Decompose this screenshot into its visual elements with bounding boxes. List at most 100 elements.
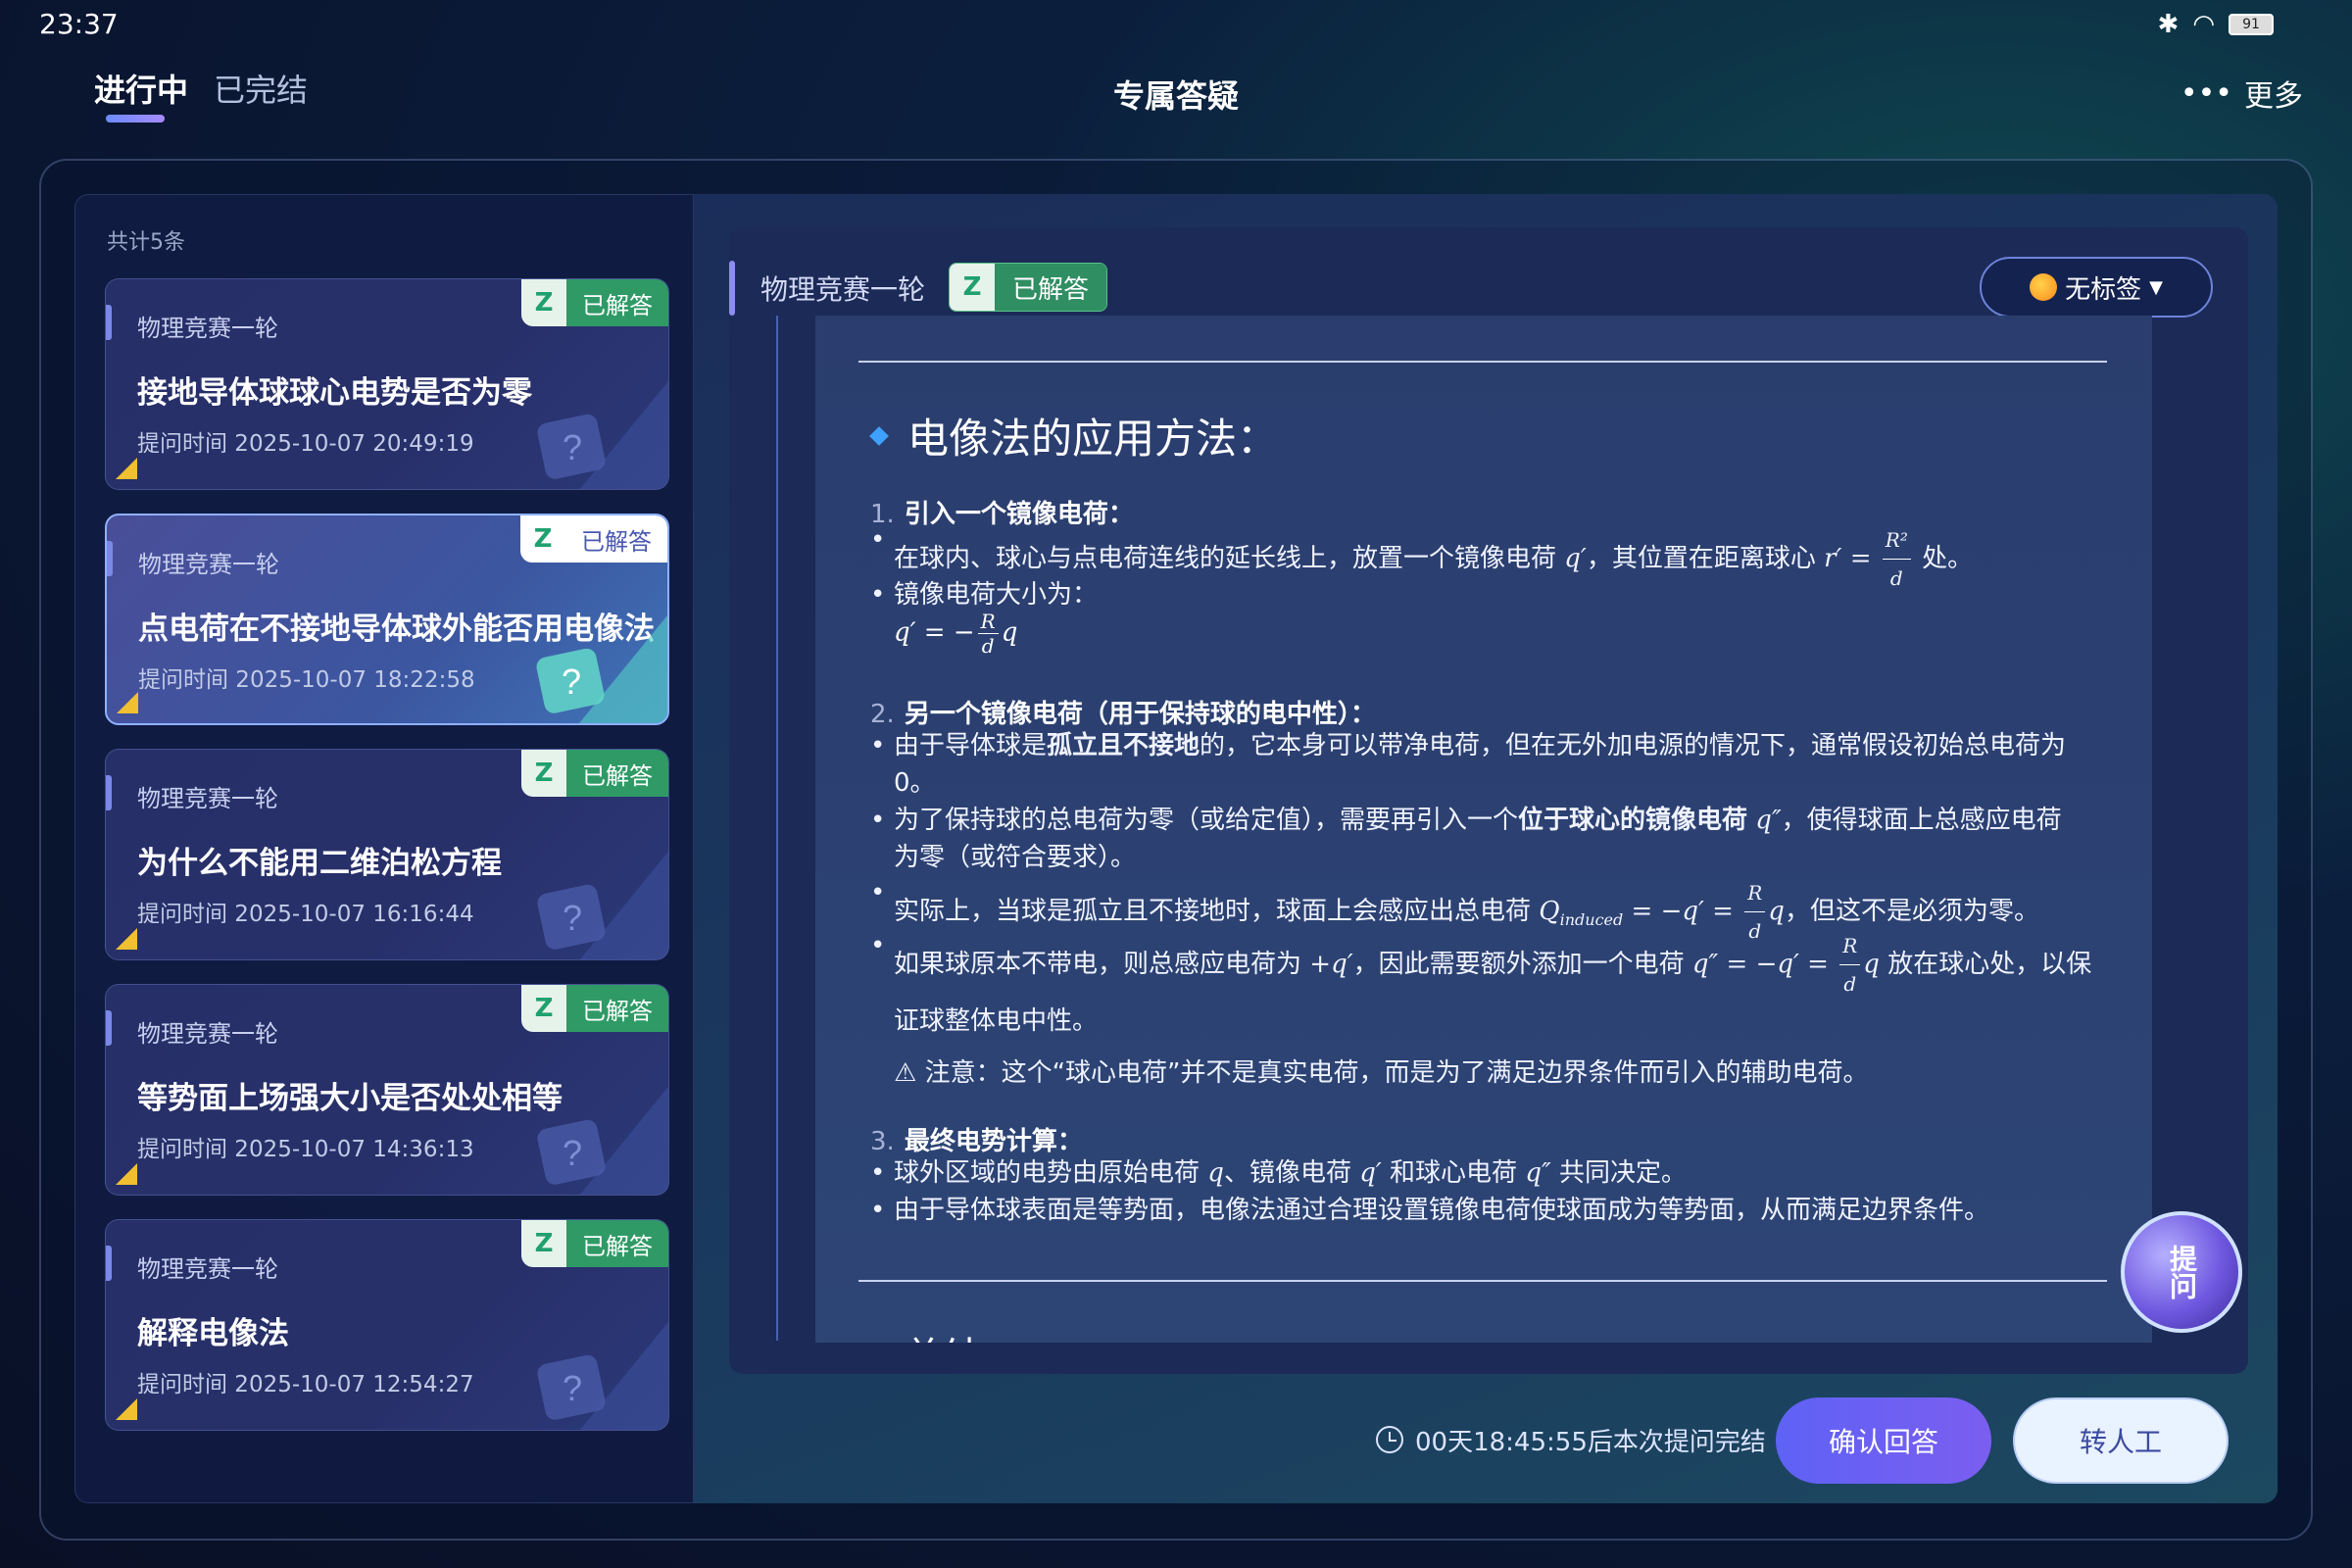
step-number: 3.: [870, 1127, 895, 1156]
wifi-icon: ◠: [2192, 10, 2215, 39]
card-accent-bar: [106, 775, 112, 810]
status-badge: Z 已解答: [521, 750, 668, 797]
text: 、镜像电荷: [1223, 1158, 1351, 1188]
step-number: 2.: [870, 700, 895, 729]
question-mark-decoration-icon: ?: [536, 615, 667, 723]
card-title: 接地导体球球心电势是否为零: [137, 375, 532, 411]
status-badge: Z 已解答: [521, 985, 668, 1032]
card-accent-bar: [106, 1010, 112, 1046]
text: 镜像电荷大小为：: [894, 580, 1099, 610]
question-card-selected[interactable]: Z 已解答 物理竞赛一轮 点电荷在不接地导体球外能否用电像法 提问时间 2025…: [105, 514, 669, 725]
status-bar: 23:37 ✱ ◠ 91: [0, 0, 2352, 49]
svg-text:?: ?: [563, 898, 582, 938]
text: 为了保持球的总电荷为零（或给定值），需要再引入一个: [894, 806, 1519, 835]
card-time: 提问时间 2025-10-07 14:36:13: [137, 1137, 474, 1162]
z-logo-icon: Z: [521, 750, 566, 797]
card-accent-bar: [106, 1246, 112, 1281]
status-badge-label: 已解答: [566, 279, 668, 326]
corner-marker-icon: [116, 1398, 137, 1420]
section-heading-text: 电像法的应用方法：: [907, 415, 1279, 463]
tag-icon: [2030, 273, 2058, 301]
list-item: 由于导体球是孤立且不接地的，它本身可以带净电荷，但在无外加电源的情况下，通常假设…: [870, 727, 2109, 802]
question-card[interactable]: Z 已解答 物理竞赛一轮 为什么不能用二维泊松方程 提问时间 2025-10-0…: [105, 749, 669, 960]
transfer-human-button[interactable]: 转人工: [2013, 1397, 2229, 1484]
card-title: 为什么不能用二维泊松方程: [137, 846, 502, 881]
card-time: 提问时间 2025-10-07 16:16:44: [137, 902, 474, 927]
question-mark-decoration-icon: ?: [537, 852, 668, 959]
card-subject: 物理竞赛一轮: [137, 1020, 278, 1048]
card-time: 提问时间 2025-10-07 18:22:58: [138, 667, 475, 693]
divider: [858, 1280, 2107, 1282]
z-logo-icon: Z: [520, 515, 565, 563]
z-logo-icon: Z: [521, 1220, 566, 1267]
card-title: 解释电像法: [137, 1316, 289, 1351]
note-text: ⚠ 注意：这个“球心电荷”并不是真实电荷，而是为了满足边界条件而引入的辅助电荷。: [894, 1058, 1869, 1088]
text: 由于导体球表面是等势面，电像法通过合理设置镜像电荷使球面成为等势面，从而满足边界…: [894, 1196, 1990, 1225]
text: 为零（或符合要求）。: [894, 843, 1137, 872]
list-item: 镜像电荷大小为：: [870, 576, 2109, 613]
status-badge: Z 已解答: [521, 279, 668, 326]
countdown: 00天18:45:55后本次提问完结: [1376, 1376, 1766, 1503]
math-q-double-prime-eq: q″ = −q′ =: [1691, 950, 1829, 979]
question-list-panel[interactable]: 共计5条 Z 已解答 物理竞赛一轮 接地导体球球心电势是否为零 提问时间 202…: [74, 194, 694, 1503]
text: 证球整体电中性。: [894, 1006, 1099, 1036]
more-button[interactable]: ••• 更多: [2180, 72, 2303, 115]
status-badge: Z 已解答: [520, 515, 667, 563]
answer-accent-bar: [729, 261, 735, 316]
bottom-action-bar: 00天18:45:55后本次提问完结 确认回答 转人工: [694, 1376, 2248, 1503]
list-item: 球外区域的电势由原始电荷 q、镜像电荷 q′ 和球心电荷 q″ 共同决定。: [870, 1154, 2109, 1192]
step-title: 最终电势计算：: [904, 1127, 1083, 1156]
status-badge-label: 已解答: [565, 515, 667, 563]
corner-marker-icon: [116, 1163, 137, 1185]
card-accent-bar: [107, 541, 113, 576]
question-card[interactable]: Z 已解答 物理竞赛一轮 接地导体球球心电势是否为零 提问时间 2025-10-…: [105, 278, 669, 490]
countdown-text: 00天18:45:55后本次提问完结: [1415, 1427, 1766, 1457]
step-title: 另一个镜像电荷（用于保持球的电中性）：: [904, 700, 1376, 729]
z-logo-icon: Z: [521, 279, 566, 326]
list-item: 为了保持球的总电荷为零（或给定值），需要再引入一个位于球心的镜像电荷 q″，使得…: [870, 802, 2109, 876]
text: ，使得球面上总感应电荷: [1781, 806, 2062, 835]
corner-marker-icon: [117, 692, 138, 713]
card-accent-bar: [106, 305, 112, 340]
text: 0。: [894, 768, 936, 798]
text: 由于导体球是: [894, 731, 1048, 760]
text: ，但这不是必须为零。: [1784, 897, 2039, 926]
corner-marker-icon: [116, 458, 137, 479]
caret-down-icon: ▼: [2149, 276, 2163, 298]
status-icons: ✱ ◠ 91: [2158, 10, 2274, 39]
bold-text: 位于球心的镜像电荷: [1518, 806, 1748, 835]
math-q-prime: q′: [1564, 544, 1587, 573]
answer-subject: 物理竞赛一轮: [760, 273, 926, 306]
text: 实际上，当球是孤立且不接地时，球面上会感应出总电荷: [894, 897, 1532, 926]
status-badge-label: 已解答: [566, 750, 668, 797]
bluetooth-icon: ✱: [2157, 10, 2180, 39]
more-dots-icon: •••: [2180, 75, 2232, 111]
question-mark-decoration-icon: ?: [537, 1322, 668, 1430]
more-label: 更多: [2244, 79, 2303, 114]
status-badge-label: 已解答: [566, 1220, 668, 1267]
tag-label: 无标签: [2065, 274, 2142, 305]
confirm-answer-button[interactable]: 确认回答: [1776, 1397, 1991, 1484]
ask-question-button[interactable]: 提问: [2121, 1211, 2242, 1333]
answer-document[interactable]: 电像法的应用方法： 1.引入一个镜像电荷： 在球内、球心与点电荷连线的延长线上，…: [815, 316, 2152, 1343]
card-time: 提问时间 2025-10-07 20:49:19: [137, 431, 474, 457]
top-nav: 进行中 已完结 专属答疑 ••• 更多: [0, 54, 2352, 132]
question-card[interactable]: Z 已解答 物理竞赛一轮 等势面上场强大小是否处处相等 提问时间 2025-10…: [105, 984, 669, 1196]
text: 如果球原本不带电，则总感应电荷为: [894, 950, 1302, 979]
svg-text:?: ?: [563, 427, 582, 467]
text: 球外区域的电势由原始电荷: [894, 1158, 1200, 1188]
math-formula: q′ = − Rd q: [894, 610, 1018, 658]
svg-text:?: ?: [562, 662, 581, 702]
question-count: 共计5条: [107, 230, 185, 255]
text: 共同决定。: [1558, 1158, 1687, 1188]
math-q-double-prime: q″: [1525, 1158, 1551, 1188]
text: ，其位置在距离球心: [1586, 544, 1816, 573]
question-card[interactable]: Z 已解答 物理竞赛一轮 解释电像法 提问时间 2025-10-07 12:54…: [105, 1219, 669, 1431]
tag-dropdown[interactable]: 无标签 ▼: [1980, 257, 2213, 318]
card-subject: 物理竞赛一轮: [137, 1255, 278, 1283]
doc-left-rule: [776, 316, 778, 1341]
list-item: 由于导体球表面是等势面，电像法通过合理设置镜像电荷使球面成为等势面，从而满足边界…: [870, 1192, 2109, 1229]
math-q: q: [1207, 1158, 1224, 1188]
status-time: 23:37: [39, 8, 119, 40]
z-logo-icon: Z: [950, 264, 995, 311]
